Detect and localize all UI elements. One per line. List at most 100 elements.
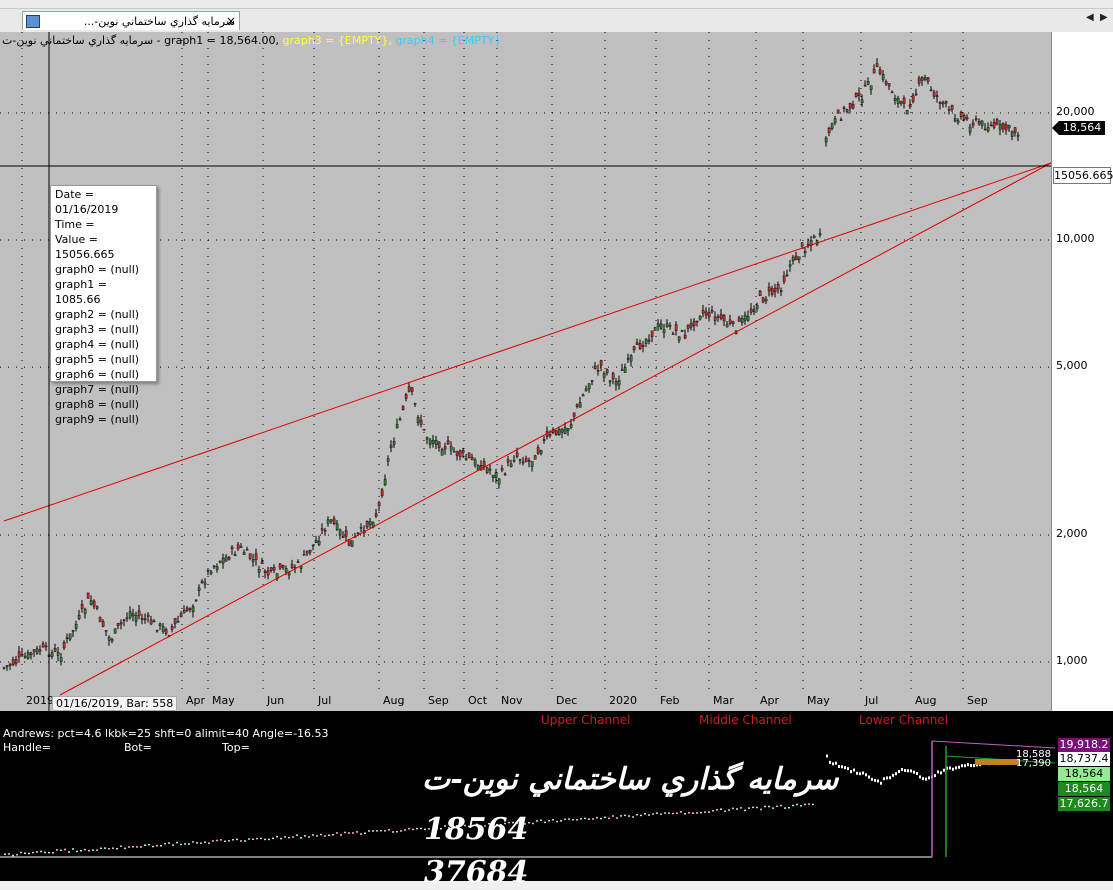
indicator-point (552, 819, 554, 821)
indicator-point (396, 830, 398, 833)
indicator-point (644, 813, 646, 815)
indicator-candle (853, 768, 855, 772)
indicator-point (364, 832, 366, 835)
candle-body (548, 434, 552, 436)
candle-body (695, 320, 699, 323)
tooltip-line: Time = (55, 218, 95, 231)
candle-body (713, 316, 717, 321)
indicator-point (584, 817, 586, 820)
candle-body (107, 637, 111, 641)
indicator-point (372, 830, 374, 832)
candle-body (443, 446, 447, 450)
candle-body (68, 633, 72, 640)
indicator-point (376, 830, 378, 832)
candle-body (683, 334, 687, 339)
candle-body (59, 657, 63, 662)
handle-label: Handle= (3, 741, 52, 754)
candle-body (866, 81, 870, 85)
candle-body (881, 74, 885, 80)
indicator-point (164, 842, 166, 845)
x-tick-label: Sep (428, 694, 449, 707)
candle-body (599, 360, 603, 366)
candle-body (959, 111, 963, 117)
candle-body (188, 608, 192, 610)
candle-body (299, 566, 303, 569)
top-label: Top= (222, 741, 250, 754)
candle-body (374, 513, 378, 517)
indicator-point (20, 851, 22, 854)
indicator-candle (877, 779, 879, 783)
indicator-candle (907, 769, 909, 773)
candle-body (62, 642, 66, 649)
indicator-candle (940, 771, 942, 775)
candle-body (44, 645, 48, 648)
indicator-point (600, 817, 602, 820)
candle-body (263, 570, 267, 573)
indicator-point (556, 820, 558, 823)
indicator-point (120, 845, 122, 848)
candle-body (515, 452, 519, 457)
indicator-point (636, 813, 638, 816)
indicator-point (104, 847, 106, 849)
candle-body (203, 582, 207, 585)
indicator-point (76, 850, 78, 853)
indicator-candle (955, 766, 957, 770)
candle-body (728, 319, 732, 324)
candle-body (488, 468, 492, 471)
indicator-point (572, 819, 574, 821)
indicator-point (716, 809, 718, 811)
indicator-point (188, 843, 190, 845)
candle-body (281, 565, 285, 568)
candle-body (437, 441, 441, 448)
indicator-point (124, 847, 126, 850)
indicator-point (328, 834, 330, 837)
upper-channel-line (3, 162, 1052, 522)
candle-body (92, 600, 96, 607)
candle-body (305, 550, 309, 554)
indicator-candle (961, 764, 963, 768)
indicator-point (152, 845, 154, 848)
indicator-point (352, 832, 354, 834)
indicator-point (812, 803, 814, 806)
candle-body (212, 565, 216, 568)
indicator-point (616, 817, 618, 819)
tooltip-line: graph3 = (null) (55, 323, 140, 336)
candle-body (236, 544, 240, 550)
indicator-point (4, 853, 6, 856)
candle-body (800, 242, 804, 247)
x-tick-label: 2019 (26, 694, 54, 707)
indicator-candle (964, 764, 966, 768)
indicator-point (724, 810, 726, 812)
candle-body (575, 404, 579, 407)
tooltip-line: graph6 = (null) (55, 368, 140, 381)
candle-body (323, 529, 327, 532)
candle-body (419, 419, 423, 425)
candle-body (1001, 123, 1005, 130)
middle-band-fill (975, 759, 1020, 765)
candle-body (719, 314, 723, 320)
indicator-point (696, 812, 698, 814)
candle-body (410, 387, 414, 392)
candle-body (656, 323, 660, 328)
indicator-candle (865, 773, 867, 777)
volume-overlay: 37684 (424, 855, 529, 890)
candle-body (836, 109, 840, 114)
candle-body (764, 298, 768, 302)
candle-body (614, 381, 618, 386)
candle-body (854, 92, 858, 97)
candle-body (428, 439, 432, 445)
candle-body (632, 346, 636, 351)
candle-body (659, 323, 663, 329)
candle-body (737, 317, 741, 322)
candle-body (629, 355, 633, 362)
candle-body (329, 519, 333, 522)
x-tick-label: May (212, 694, 235, 707)
candle-body (245, 549, 249, 551)
candle-body (803, 250, 807, 254)
indicator-point (340, 834, 342, 836)
crosshair-value-tag: 15056.665 (1053, 167, 1113, 184)
x-tick-label: Feb (660, 694, 680, 707)
candle-body (530, 461, 534, 467)
indicator-candle (943, 768, 945, 772)
candle-body (797, 256, 801, 260)
